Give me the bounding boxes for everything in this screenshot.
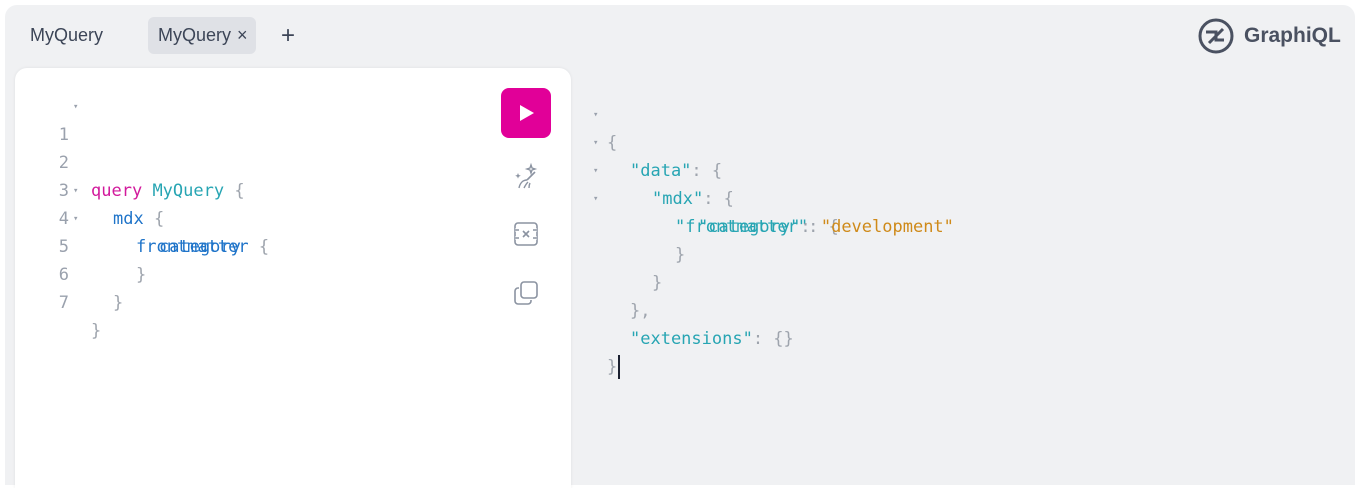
copy-icon — [514, 281, 538, 305]
result-line: } — [587, 213, 685, 265]
result-viewer[interactable]: ▾ { ▾ "data": { ▾ "mdx": { ▾ "frontmatte… — [587, 73, 1347, 473]
brace-token: } — [607, 357, 618, 377]
brace-token: } — [136, 265, 147, 285]
brace-token: { — [153, 209, 165, 229]
copy-query-button[interactable] — [511, 278, 541, 308]
keyword-token: query — [91, 181, 143, 201]
json-key: "extensions" — [630, 329, 753, 349]
field-token: category — [159, 237, 241, 257]
punct-token: : { — [703, 189, 734, 209]
json-string-value: "development" — [820, 217, 954, 237]
editor-line: 5 } — [15, 205, 147, 285]
punct-token: : — [800, 217, 821, 237]
result-line: ▾ "mdx": { — [587, 129, 734, 209]
result-line: } — [587, 241, 662, 293]
graphiql-app: MyQuery MyQuery × + GraphiQL 1 ▾ query My… — [5, 5, 1355, 488]
fold-marker-icon[interactable]: ▾ — [73, 93, 78, 121]
editor-line: 6 } — [15, 233, 124, 313]
brace-token: } — [675, 245, 686, 265]
brace-token: } — [113, 293, 124, 313]
tab-label: MyQuery — [30, 25, 104, 45]
json-key: "mdx" — [652, 189, 704, 209]
editor-line: 1 ▾ query MyQuery { — [15, 93, 245, 201]
brace-token: { — [258, 237, 270, 257]
run-query-button[interactable] — [501, 88, 551, 138]
result-line: ▾ "data": { — [587, 101, 722, 181]
query-editor[interactable]: 1 ▾ query MyQuery { 2 ▾ mdx { 3 ▾ frontm… — [15, 68, 571, 488]
result-line: "category": "development" — [587, 185, 954, 237]
merge-fragments-icon — [514, 222, 538, 246]
operation-name-token: MyQuery — [152, 181, 225, 201]
line-number: 7 — [58, 293, 69, 313]
merge-fragments-button[interactable] — [511, 219, 541, 249]
editor-line: 3 ▾ frontmatter { — [15, 149, 269, 257]
brace-token: } — [652, 273, 663, 293]
editor-line: 4 category — [15, 177, 241, 257]
tab-myquery-1[interactable]: MyQuery — [20, 17, 113, 54]
prettify-button[interactable] — [511, 161, 541, 191]
graphiql-logo-icon — [1198, 18, 1234, 54]
result-line: }, — [587, 269, 650, 321]
tab-label: MyQuery — [158, 25, 232, 45]
brand-title: GraphiQL — [1244, 24, 1341, 47]
editor-line: 7 } — [15, 261, 102, 341]
brand: GraphiQL — [1198, 18, 1341, 54]
text-cursor — [618, 355, 621, 379]
brace-token: } — [91, 321, 102, 341]
json-key: "category" — [698, 217, 801, 237]
tab-myquery-2-active[interactable]: MyQuery × — [148, 17, 256, 54]
field-token: mdx — [113, 209, 144, 229]
add-tab-button[interactable]: + — [281, 17, 295, 54]
close-icon[interactable]: × — [237, 25, 248, 45]
result-line: } — [587, 325, 648, 379]
editor-line: 2 ▾ mdx { — [15, 121, 164, 229]
play-icon — [520, 105, 534, 121]
prettify-icon — [515, 162, 538, 189]
result-line: ▾ { — [587, 73, 648, 153]
brace-token: { — [234, 181, 245, 201]
result-line: ▾ "frontmatter": { — [587, 157, 839, 237]
punct-token: : {} — [752, 329, 794, 349]
result-line: "extensions": {} — [587, 297, 794, 349]
punct-token: : { — [691, 161, 723, 181]
